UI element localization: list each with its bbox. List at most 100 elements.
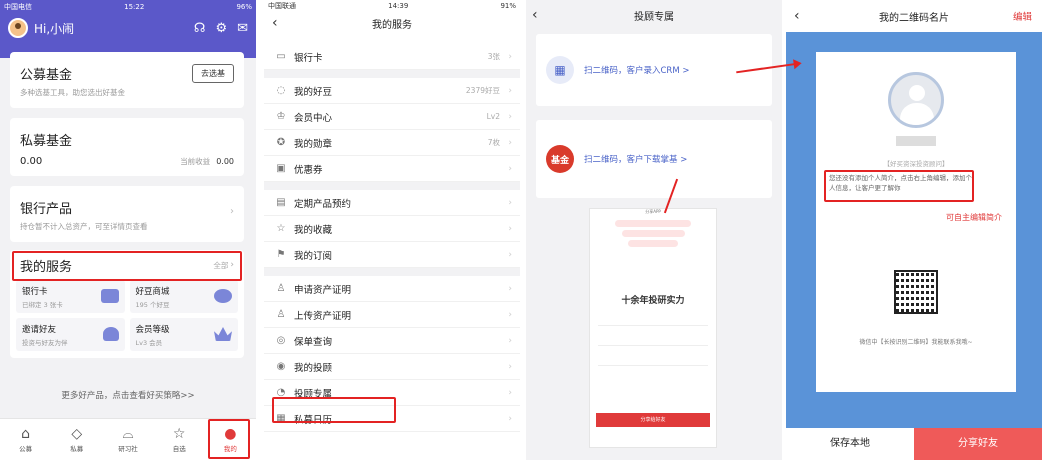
headset-icon[interactable]: ☊	[194, 21, 206, 36]
highlight-my-services	[12, 251, 242, 281]
policy-icon: ◎	[276, 335, 286, 346]
list-item[interactable]: ♔ 会员中心 Lv2 ›	[264, 104, 520, 130]
scan-download-text: 扫二维码，客户下载掌基 >	[584, 155, 688, 165]
coupon-icon: ▣	[276, 163, 286, 174]
service-bean-mall[interactable]: 好豆商城 195 个好豆	[129, 280, 238, 313]
tab-study[interactable]: ⌓ 研习社	[102, 419, 153, 460]
mail-icon[interactable]: ✉	[237, 21, 248, 36]
bank-card-icon: ▭	[276, 51, 286, 62]
service-member-level[interactable]: 会员等级 Lv3 会员	[129, 318, 238, 351]
income-label: 当前收益	[180, 157, 211, 166]
qr-scan-icon: ▦	[546, 56, 574, 84]
app-share-preview: 分享APP 十余年投研实力 分享给好友	[589, 208, 717, 448]
chevron-right-icon: ›	[508, 163, 512, 174]
bank-product-sub: 持仓暂不计入总资产，可至详情页查看	[20, 222, 148, 231]
public-fund-sub: 多种选基工具，助您选出好基金	[20, 88, 125, 97]
list-item[interactable]: ♙ 申请资产证明 ›	[264, 276, 520, 302]
tab-public-fund[interactable]: ⌂ 公募	[0, 419, 51, 460]
save-local-button[interactable]: 保存本地	[786, 428, 914, 460]
graduation-cap-icon: ⌓	[122, 426, 134, 442]
list-item[interactable]: ▣ 优惠券 ›	[264, 156, 520, 182]
private-fund-card[interactable]: 私募基金 0.00 当前收益 0.00	[10, 118, 244, 176]
upload-icon: ♙	[276, 309, 286, 320]
chevron-right-icon: ›	[508, 51, 512, 62]
service-bank-card[interactable]: 银行卡 已绑定 3 张卡	[16, 280, 125, 313]
panel-advisor-exclusive: ‹ 投顾专属 ▦ 扫二维码，客户录入CRM > 基金 扫二维码，客户下载掌基 >…	[526, 0, 782, 460]
list-item[interactable]: ◎ 保单查询 ›	[264, 328, 520, 354]
chevron-right-icon: ›	[508, 335, 512, 346]
avatar[interactable]	[8, 18, 28, 38]
list-item[interactable]: ⚑ 我的订阅 ›	[264, 242, 520, 268]
chevron-right-icon: ›	[508, 111, 512, 122]
status-bar: 中国联通 14:39 91%	[268, 2, 516, 10]
wechat-hint: 微信中【长按识别二维码】我能联系我哦~	[859, 339, 973, 346]
star-icon: ☆	[172, 426, 186, 442]
diamond-icon: ◇	[71, 426, 83, 442]
highlight-advisor-exclusive	[272, 397, 396, 423]
avatar[interactable]	[888, 72, 944, 128]
panel-my-account: 中国电信 15:22 96% Hi,小闹 ☊ ⚙ ✉ 公募基金 多种选基工具，助…	[0, 0, 256, 460]
back-icon[interactable]: ‹	[532, 7, 538, 23]
select-fund-button[interactable]: 去选基	[192, 64, 234, 83]
chevron-right-icon: ›	[508, 413, 512, 424]
list-item[interactable]: ♙ 上传资产证明 ›	[264, 302, 520, 328]
chevron-right-icon: ›	[508, 223, 512, 234]
star-icon: ☆	[276, 223, 286, 234]
scan-crm-text: 扫二维码，客户录入CRM >	[584, 66, 690, 76]
chevron-right-icon: ›	[508, 309, 512, 320]
tab-watchlist[interactable]: ☆ 自选	[154, 419, 205, 460]
service-invite-friends[interactable]: 邀请好友 投资与好友为伴	[16, 318, 125, 351]
advisor-icon: ◉	[276, 361, 286, 372]
page-title: 我的服务	[372, 19, 412, 31]
nav-bar: ‹ 投顾专属	[526, 0, 782, 30]
private-fund-amount: 0.00	[20, 156, 43, 167]
scan-download-card[interactable]: 基金 扫二维码，客户下载掌基 >	[536, 120, 772, 198]
bank-product-card[interactable]: 银行产品 持仓暂不计入总资产，可至详情页查看 ›	[10, 186, 244, 242]
highlight-tab-mine	[208, 419, 250, 459]
qr-business-card: 【好买资深投资顾问】 您还没有添加个人简介，点击右上角编辑，添加个人信息，让客户…	[816, 52, 1016, 392]
chevron-right-icon: ›	[508, 387, 512, 398]
list-item[interactable]: ☆ 我的收藏 ›	[264, 216, 520, 242]
preview-headline: 十余年投研实力	[621, 296, 685, 306]
qr-code-image	[894, 270, 938, 314]
more-products-link[interactable]: 更多好产品，点击查看好买策略>>	[0, 389, 256, 401]
brand-logo: 基金	[546, 145, 574, 173]
edit-hint: 可自主编辑简介	[946, 213, 1002, 222]
bookmark-icon: ⚑	[276, 249, 286, 260]
calendar-icon: ▤	[276, 197, 286, 208]
back-icon[interactable]: ‹	[272, 15, 278, 31]
panel-my-services: 中国联通 14:39 91% ‹ 我的服务 ▭ 银行卡 3张 › ◌ 我的好豆 2379好…	[264, 0, 520, 460]
list-item[interactable]: ▭ 银行卡 3张 ›	[264, 44, 520, 70]
preview-title: 分享APP	[645, 209, 661, 214]
bank-product-title: 银行产品	[20, 202, 73, 217]
chevron-right-icon: ›	[230, 206, 234, 217]
nav-bar: ‹ 我的服务	[264, 12, 520, 34]
crown-icon: ♔	[276, 111, 286, 122]
share-friends-button[interactable]: 分享好友	[914, 428, 1042, 460]
status-time: 15:22	[124, 3, 145, 11]
edit-button[interactable]: 编辑	[1013, 9, 1032, 23]
services-list: ▭ 银行卡 3张 › ◌ 我的好豆 2379好豆 › ♔ 会员中心 Lv2 › ✪ 我的勋章 7枚 › …	[264, 34, 520, 432]
gear-icon[interactable]: ⚙	[215, 21, 227, 36]
advisor-tag: 【好买资深投资顾问】	[883, 160, 949, 168]
status-carrier: 中国电信	[4, 3, 32, 11]
preview-share-button: 分享给好友	[596, 413, 710, 427]
public-fund-card[interactable]: 公募基金 多种选基工具，助您选出好基金 去选基	[10, 52, 244, 108]
bottom-actions: 保存本地 分享好友	[786, 428, 1042, 460]
list-item[interactable]: ◉ 我的投顾 ›	[264, 354, 520, 380]
tab-private-fund[interactable]: ◇ 私募	[51, 419, 102, 460]
list-item[interactable]: ◌ 我的好豆 2379好豆 ›	[264, 78, 520, 104]
chevron-right-icon: ›	[508, 361, 512, 372]
scan-crm-card[interactable]: ▦ 扫二维码，客户录入CRM >	[536, 34, 772, 106]
private-fund-title: 私募基金	[20, 134, 73, 149]
bean-icon	[214, 289, 232, 303]
status-bar: 中国电信 15:22 96%	[0, 0, 256, 14]
chevron-right-icon: ›	[508, 283, 512, 294]
list-item[interactable]: ✪ 我的勋章 7枚 ›	[264, 130, 520, 156]
list-item[interactable]: ▤ 定期产品预约 ›	[264, 190, 520, 216]
back-icon[interactable]: ‹	[794, 8, 800, 24]
bean-icon: ◌	[276, 85, 286, 96]
bank-card-icon	[100, 289, 119, 303]
status-battery: 96%	[236, 3, 252, 11]
greeting: Hi,小闹	[34, 21, 75, 36]
